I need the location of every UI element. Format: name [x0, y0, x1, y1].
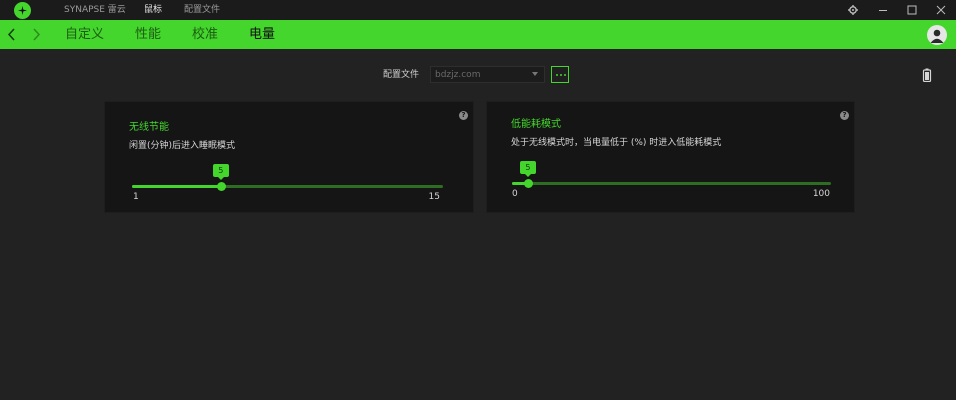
forward-arrow-icon[interactable]	[30, 27, 42, 42]
tab-customize[interactable]: 自定义	[65, 26, 104, 43]
slider-value-bubble: 5	[212, 164, 229, 180]
help-icon[interactable]: ?	[840, 111, 849, 120]
app-title: SYNAPSE 雷云	[64, 5, 126, 15]
avatar[interactable]	[927, 25, 947, 45]
slider-max-label: 15	[428, 192, 440, 202]
help-icon[interactable]: ?	[459, 111, 468, 120]
slider-thumb[interactable]	[216, 182, 226, 191]
tab-performance[interactable]: 性能	[135, 26, 161, 43]
maximize-icon[interactable]	[905, 3, 919, 17]
card-title: 无线节能	[129, 122, 169, 133]
slider-min-label: 1	[133, 192, 139, 202]
slider-thumb[interactable]	[523, 179, 533, 188]
sleep-timer-slider[interactable]: 5	[132, 164, 443, 191]
chevron-down-icon	[532, 72, 538, 76]
tab-power[interactable]: 电量	[249, 26, 275, 43]
slider-min-label: 0	[512, 189, 518, 199]
tab-profiles[interactable]: 配置文件	[184, 4, 220, 16]
low-power-threshold-slider[interactable]: 5	[512, 161, 831, 188]
nav-bar: 自定义 性能 校准 电量	[0, 20, 956, 49]
close-icon[interactable]	[934, 3, 948, 17]
gear-icon[interactable]	[846, 3, 860, 17]
title-bar: SYNAPSE 雷云 鼠标 配置文件	[0, 0, 956, 20]
wireless-power-saving-card: ? 无线节能 闲置(分钟)后进入睡眠模式 5 1 15	[104, 101, 474, 213]
profile-label: 配置文件	[383, 70, 420, 80]
battery-icon	[922, 67, 932, 83]
minimize-icon[interactable]	[876, 3, 890, 17]
back-arrow-icon[interactable]	[6, 27, 18, 42]
card-title: 低能耗模式	[511, 119, 561, 130]
profile-selected-value: bdzjz.com	[435, 70, 481, 80]
card-description: 闲置(分钟)后进入睡眠模式	[129, 141, 236, 151]
razer-logo-icon[interactable]	[14, 2, 31, 19]
card-description: 处于无线模式时，当电量低于 (%) 时进入低能耗模式	[511, 138, 722, 148]
low-power-mode-card: ? 低能耗模式 处于无线模式时，当电量低于 (%) 时进入低能耗模式 5 0 1…	[486, 101, 855, 213]
slider-fill	[132, 185, 221, 188]
profile-dropdown[interactable]: bdzjz.com	[430, 66, 545, 83]
tab-calibration[interactable]: 校准	[192, 26, 218, 43]
slider-value-bubble: 5	[519, 161, 536, 177]
slider-max-label: 100	[812, 189, 830, 199]
more-options-button[interactable]	[551, 66, 569, 83]
tab-mouse[interactable]: 鼠标	[144, 4, 162, 16]
